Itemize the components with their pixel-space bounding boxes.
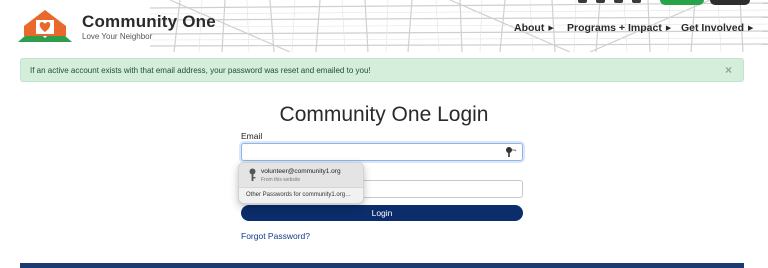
caret-right-icon: ▶ — [748, 25, 754, 32]
nav-item-about[interactable]: About ▶ — [514, 22, 554, 34]
social-icons — [578, 0, 641, 3]
map-background — [150, 0, 768, 52]
social-icon[interactable] — [596, 0, 605, 3]
key-icon — [249, 168, 256, 181]
footer-bar — [20, 263, 744, 268]
social-icon[interactable] — [614, 0, 623, 3]
autofill-suggestion[interactable]: volunteer@community1.org From this websi… — [239, 163, 363, 187]
email-label: Email — [241, 131, 263, 141]
close-icon[interactable]: × — [725, 63, 732, 77]
autofill-other-passwords[interactable]: Other Passwords for community1.org… — [246, 192, 351, 198]
house-heart-logo-icon[interactable] — [14, 6, 76, 46]
divider — [239, 187, 363, 188]
header-action-button[interactable] — [660, 0, 704, 5]
brand-tagline: Love Your Neighbor — [82, 32, 153, 41]
social-icon[interactable] — [578, 0, 587, 3]
autofill-username: volunteer@community1.org — [261, 168, 341, 175]
nav-item-label: Get Involved — [681, 22, 745, 34]
site-header: Community One Love Your Neighbor About ▶… — [0, 0, 768, 52]
caret-right-icon: ▶ — [548, 25, 554, 32]
email-field[interactable] — [241, 143, 523, 161]
page-title: Community One Login — [279, 103, 489, 126]
forgot-password-link[interactable]: Forgot Password? — [241, 231, 310, 241]
nav-item-label: About — [514, 22, 545, 34]
password-autofill-popup: volunteer@community1.org From this websi… — [238, 162, 364, 204]
nav-item-programs-impact[interactable]: Programs + Impact ▶ — [567, 22, 671, 34]
key-icon[interactable] — [505, 146, 517, 158]
nav-item-label: Programs + Impact — [567, 22, 662, 34]
nav-item-get-involved[interactable]: Get Involved ▶ — [681, 22, 753, 34]
caret-right-icon: ▶ — [665, 25, 672, 32]
header-secondary-button[interactable] — [710, 0, 750, 5]
autofill-source: From this website — [261, 177, 301, 183]
success-alert: If an active account exists with that em… — [20, 58, 744, 82]
social-icon[interactable] — [632, 0, 641, 3]
login-button[interactable]: Login — [241, 205, 523, 221]
alert-message: If an active account exists with that em… — [30, 66, 371, 75]
brand-title[interactable]: Community One — [82, 12, 216, 32]
